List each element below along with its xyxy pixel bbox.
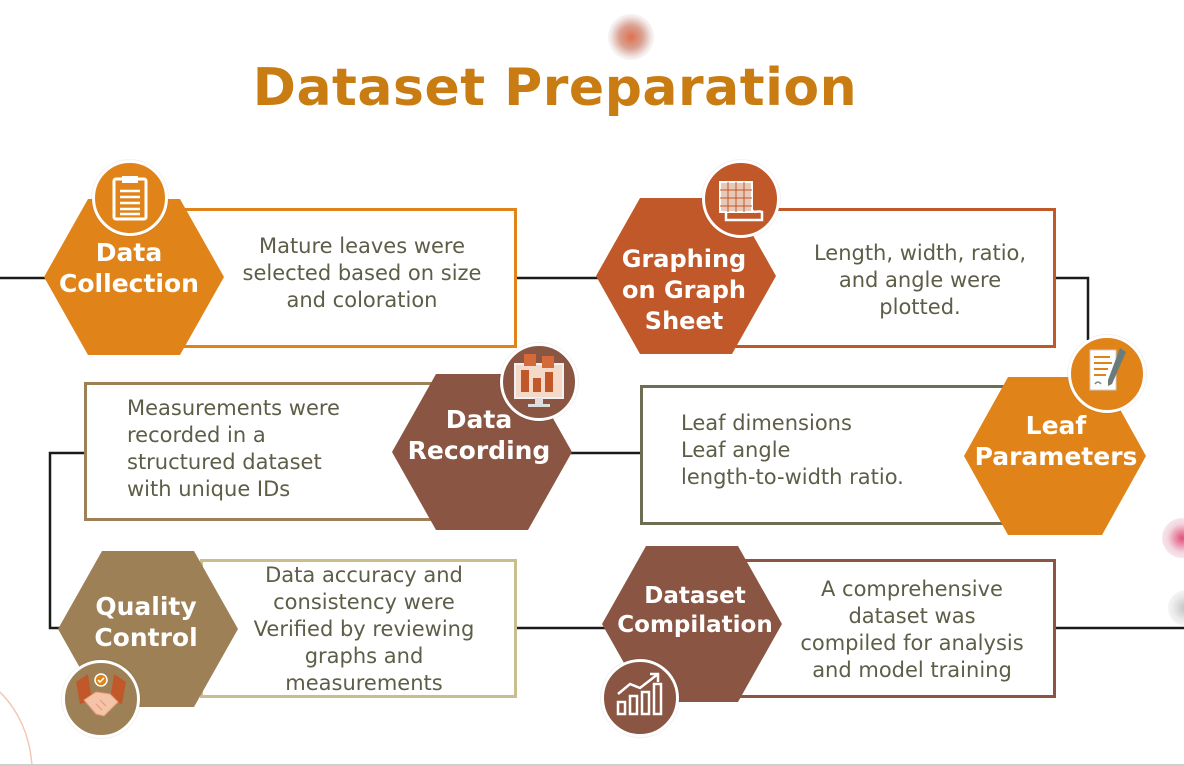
page-title: Dataset Preparation: [252, 58, 858, 118]
quality-control-label: Quality Control: [94, 592, 198, 652]
growth-chart-icon: [616, 672, 663, 716]
graphing-label: Graphing on Graph Sheet: [621, 245, 747, 335]
handshake-icon: [76, 673, 126, 717]
dataset-compilation-label: Dataset Compilation: [617, 583, 773, 638]
leaf-parameters-description: Leaf dimensions Leaf angle length-to-wid…: [681, 411, 904, 489]
data-collection-description: Mature leaves were selected based on siz…: [242, 234, 482, 312]
clipboard-icon: [112, 176, 148, 221]
graph-sheet-icon: [719, 181, 764, 222]
leaf-parameters-label: Leaf Parameters: [974, 411, 1138, 471]
data-collection-label: Data Collection: [59, 238, 199, 298]
monitor-icon: [514, 354, 564, 407]
quality-control-description: Data accuracy and consistency were Verif…: [253, 563, 475, 695]
graphing-description: Length, width, ratio, and angle were plo…: [813, 241, 1027, 319]
decorative-dot: [608, 14, 654, 60]
dataset-compilation-description: A comprehensive dataset was compiled for…: [800, 577, 1024, 682]
decorative-arc: [0, 691, 33, 766]
document-pen-icon: [1089, 348, 1126, 391]
data-recording-description: Measurements were recorded in a structur…: [127, 396, 340, 501]
